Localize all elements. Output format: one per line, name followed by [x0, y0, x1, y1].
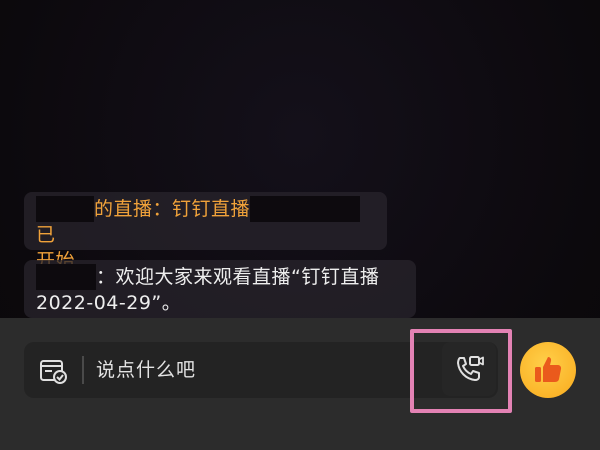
system-message-suffix: 已: [36, 224, 56, 246]
like-button[interactable]: [520, 342, 576, 398]
bottom-input-bar: 说点什么吧: [0, 318, 600, 450]
thumbs-up-icon: [535, 357, 562, 382]
input-divider: [82, 356, 84, 384]
card-check-icon[interactable]: [38, 356, 68, 386]
chat-message-line2: 2022-04-29”。: [36, 292, 182, 314]
chat-message: ：欢迎大家来观看直播“钉钉直播 2022-04-29”。: [24, 260, 416, 318]
input-placeholder[interactable]: 说点什么吧: [96, 356, 196, 384]
chat-message-text: ：欢迎大家来观看直播“钉钉直播: [96, 266, 380, 288]
chat-area: 的直播：钉钉直播已 开始 ：欢迎大家来观看直播“钉钉直播 2022-04-29”…: [0, 0, 600, 318]
live-stream-screen: 的直播：钉钉直播已 开始 ：欢迎大家来观看直播“钉钉直播 2022-04-29”…: [0, 0, 600, 450]
redacted-name: [36, 264, 96, 290]
system-message: 的直播：钉钉直播已 开始: [24, 192, 387, 272]
redacted-name: [36, 196, 94, 222]
highlight-box: [410, 329, 512, 413]
redacted-text: [250, 196, 361, 222]
system-message-text: 的直播：钉钉直播: [94, 198, 251, 220]
